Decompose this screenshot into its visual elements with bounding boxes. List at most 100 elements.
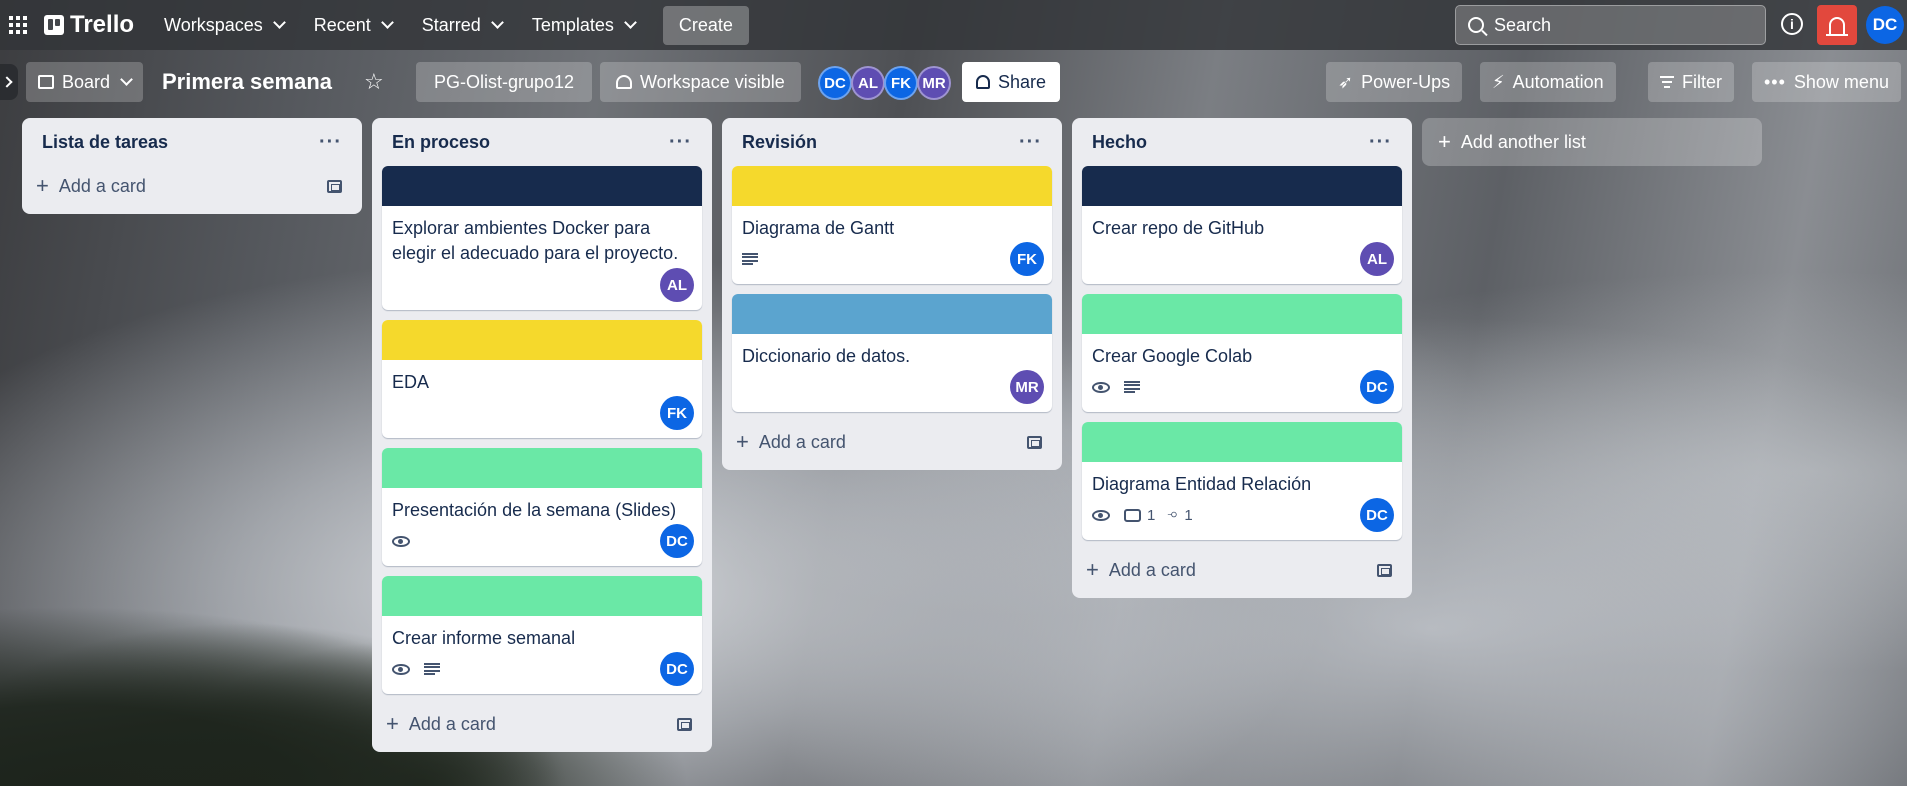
card[interactable]: Diccionario de datos. MR: [732, 294, 1052, 412]
card-template-icon[interactable]: [1027, 435, 1042, 449]
lightning-icon: ⚡: [1492, 71, 1505, 92]
templates-menu-label: Templates: [531, 14, 614, 35]
more-icon: •••: [1764, 71, 1786, 92]
list-header: En proceso ···: [372, 118, 712, 166]
sidebar-toggle[interactable]: [0, 64, 18, 100]
add-card-label: Add a card: [58, 175, 146, 196]
comment-icon: [1124, 508, 1141, 522]
card[interactable]: Explorar ambientes Docker para elegir el…: [382, 166, 702, 310]
card-cover: [1082, 294, 1402, 334]
app-switcher-icon[interactable]: [6, 13, 30, 37]
card-title: Presentación de la semana (Slides): [392, 500, 677, 520]
plus-icon: +: [36, 173, 49, 198]
card-cover: [382, 448, 702, 488]
create-button[interactable]: Create: [662, 5, 749, 45]
info-icon[interactable]: i: [1781, 13, 1803, 35]
card-template-icon[interactable]: [1377, 563, 1392, 577]
card-title: Diagrama Entidad Relación: [1092, 474, 1312, 494]
plus-icon: +: [736, 429, 749, 454]
filter-button[interactable]: Filter: [1648, 62, 1734, 102]
card-title: Explorar ambientes Docker para elegir el…: [392, 218, 679, 263]
list-title[interactable]: Lista de tareas: [42, 132, 168, 153]
notifications-button[interactable]: [1817, 5, 1857, 45]
card[interactable]: Diagrama Entidad Relación 1 ⌕ 1 DC: [1082, 422, 1402, 540]
description-icon: [742, 253, 758, 265]
card[interactable]: Crear repo de GitHub AL: [1082, 166, 1402, 284]
member-avatar[interactable]: FK: [884, 66, 918, 100]
card-cover: [732, 166, 1052, 206]
member-avatar[interactable]: AL: [851, 66, 885, 100]
bell-icon: [1826, 16, 1848, 36]
add-card-label: Add a card: [1108, 559, 1196, 580]
add-card-button[interactable]: + Add a card: [1072, 550, 1412, 590]
card-member-avatar[interactable]: AL: [1360, 242, 1394, 276]
add-card-button[interactable]: + Add a card: [22, 166, 362, 206]
visibility-button[interactable]: Workspace visible: [600, 62, 801, 102]
show-menu-label: Show menu: [1793, 71, 1889, 92]
account-avatar[interactable]: DC: [1866, 6, 1904, 44]
add-card-button[interactable]: + Add a card: [372, 704, 712, 744]
chevron-down-icon: [272, 16, 286, 29]
card-cover: [732, 294, 1052, 334]
card[interactable]: Crear informe semanal DC: [382, 576, 702, 694]
member-avatar[interactable]: MR: [917, 66, 951, 100]
trello-logo[interactable]: Trello: [44, 11, 134, 39]
chevron-down-icon: [490, 16, 504, 29]
card-member-avatar[interactable]: FK: [1010, 242, 1044, 276]
watching-icon: [392, 663, 410, 675]
list-header: Hecho ···: [1072, 118, 1412, 166]
card-cover: [1082, 422, 1402, 462]
automation-label: Automation: [1512, 71, 1604, 92]
board-view-label: Board: [62, 71, 111, 92]
show-menu-button[interactable]: ••• Show menu: [1752, 62, 1901, 102]
board-title[interactable]: Primera semana: [150, 62, 344, 102]
card-member-avatar[interactable]: DC: [660, 524, 694, 558]
card-title: Crear repo de GitHub: [1092, 218, 1265, 238]
card[interactable]: EDA FK: [382, 320, 702, 438]
card-member-avatar[interactable]: DC: [1360, 498, 1394, 532]
card-title: EDA: [392, 372, 430, 392]
add-card-label: Add a card: [758, 431, 846, 452]
card-member-avatar[interactable]: MR: [1010, 370, 1044, 404]
add-card-button[interactable]: + Add a card: [722, 422, 1062, 462]
automation-button[interactable]: ⚡ Automation: [1480, 62, 1616, 102]
list-menu-icon[interactable]: ···: [1369, 131, 1392, 154]
list-menu-icon[interactable]: ···: [319, 131, 342, 154]
list-title[interactable]: En proceso: [392, 132, 490, 153]
share-button[interactable]: Share: [962, 62, 1061, 102]
workspace-button[interactable]: PG-Olist-grupo12: [416, 62, 593, 102]
chevron-down-icon: [380, 16, 394, 29]
card-member-avatar[interactable]: AL: [660, 268, 694, 302]
card[interactable]: Diagrama de Gantt FK: [732, 166, 1052, 284]
card-member-avatar[interactable]: FK: [660, 396, 694, 430]
card-template-icon[interactable]: [327, 179, 342, 193]
description-icon: [1124, 381, 1140, 393]
list-menu-icon[interactable]: ···: [669, 131, 692, 154]
comment-count: 1: [1147, 506, 1156, 524]
recent-menu[interactable]: Recent: [302, 7, 404, 44]
card[interactable]: Presentación de la semana (Slides) DC: [382, 448, 702, 566]
power-ups-button[interactable]: ➶ Power-Ups: [1326, 62, 1463, 102]
card-template-icon[interactable]: [677, 717, 692, 731]
board-header: Board Primera semana ☆ PG-Olist-grupo12 …: [0, 58, 1907, 106]
card-member-avatar[interactable]: DC: [1360, 370, 1394, 404]
starred-menu[interactable]: Starred: [410, 7, 514, 44]
list-title[interactable]: Hecho: [1092, 132, 1147, 153]
list-title[interactable]: Revisión: [742, 132, 817, 153]
member-avatar[interactable]: DC: [818, 66, 852, 100]
card-member-avatar[interactable]: DC: [660, 652, 694, 686]
templates-menu[interactable]: Templates: [520, 7, 647, 44]
star-board-button[interactable]: ☆: [352, 62, 396, 102]
search-input[interactable]: Search: [1455, 5, 1766, 45]
list-revision: Revisión ··· Diagrama de Gantt FK Diccio…: [722, 118, 1062, 470]
card[interactable]: Crear Google Colab DC: [1082, 294, 1402, 412]
card-title: Crear informe semanal: [392, 628, 576, 648]
list-hecho: Hecho ··· Crear repo de GitHub AL Crear …: [1072, 118, 1412, 598]
workspaces-menu[interactable]: Workspaces: [152, 7, 296, 44]
top-navigation: Trello Workspaces Recent Starred Templat…: [0, 0, 1907, 50]
card-title: Diccionario de datos.: [742, 346, 911, 366]
star-icon: ☆: [364, 69, 384, 94]
board-view-switcher[interactable]: Board: [26, 62, 144, 102]
list-menu-icon[interactable]: ···: [1019, 131, 1042, 154]
add-list-button[interactable]: + Add another list: [1422, 118, 1762, 166]
